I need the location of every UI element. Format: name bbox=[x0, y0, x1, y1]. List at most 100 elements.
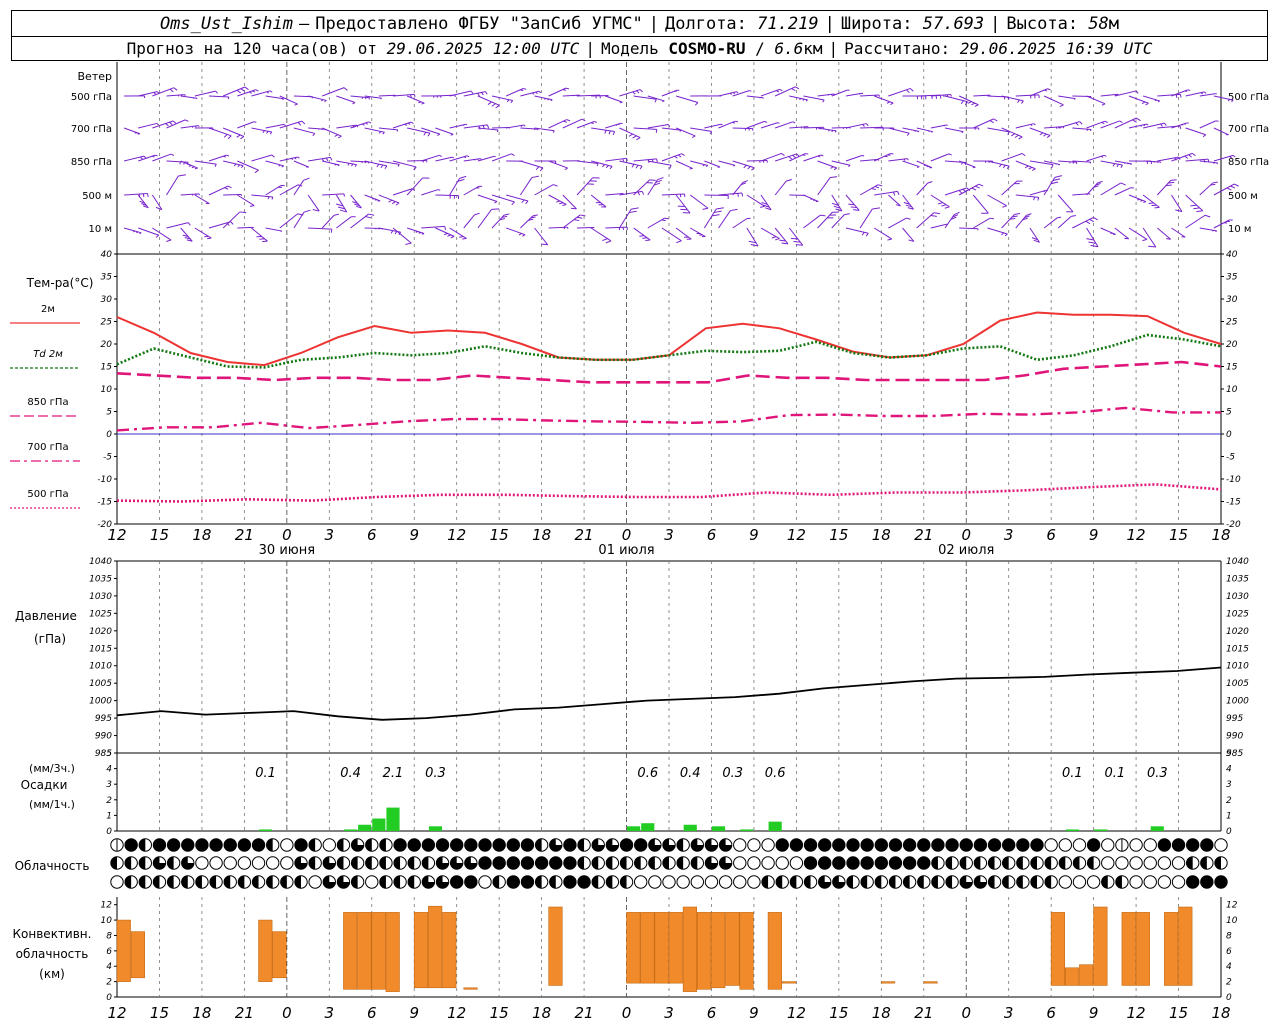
pressure-ytick: 990 bbox=[95, 732, 112, 742]
wind-barb bbox=[576, 177, 600, 196]
wind-level-label-right: 500 м bbox=[1228, 191, 1258, 202]
cloud-cover-icon bbox=[152, 856, 167, 870]
cloud-cover-icon bbox=[846, 856, 860, 870]
wind-barb bbox=[1015, 94, 1040, 99]
pressure-ytick-right: 1035 bbox=[1226, 574, 1249, 584]
cloud-cover-icon bbox=[223, 856, 237, 870]
cloud-cover-icon bbox=[322, 856, 337, 870]
wind-barb bbox=[435, 194, 460, 199]
wind-barb bbox=[619, 190, 645, 196]
wind-barb bbox=[1072, 217, 1098, 229]
cloud-cover-icon bbox=[237, 838, 252, 852]
wind-barb bbox=[237, 121, 257, 129]
temp-ytick: -10 bbox=[97, 475, 112, 485]
wind-barb bbox=[1185, 194, 1204, 213]
wind-barb bbox=[364, 194, 381, 202]
wind-barb bbox=[421, 225, 446, 230]
wind-level-label-right: 10 м bbox=[1228, 224, 1251, 235]
cloud-cover-icon bbox=[336, 838, 351, 852]
wind-barb bbox=[902, 227, 915, 242]
wind-barb bbox=[972, 194, 989, 214]
hour-label-bottom: 3 bbox=[1004, 1004, 1014, 1022]
hour-label-top: 6 bbox=[367, 526, 377, 544]
cloud-cover-icon bbox=[1200, 856, 1214, 870]
wind-barb bbox=[392, 93, 416, 98]
wind-barb bbox=[222, 211, 247, 229]
wind-barb bbox=[322, 160, 340, 167]
cloud-cover-icon bbox=[534, 856, 549, 870]
wind-barb bbox=[859, 207, 881, 229]
wind-barb bbox=[265, 227, 283, 233]
wind-barb bbox=[605, 226, 628, 231]
cloud-cover-icon bbox=[1086, 856, 1101, 870]
cloud-cover-icon bbox=[195, 838, 209, 852]
cloud-cover-icon bbox=[336, 856, 351, 870]
cloud-cover-icon bbox=[1185, 856, 1200, 870]
pressure-ytick: 1025 bbox=[89, 609, 112, 619]
cloud-cover-icon bbox=[124, 856, 138, 870]
wind-barb bbox=[1072, 127, 1092, 132]
cloud-cover-icon bbox=[648, 856, 662, 870]
wind-barb bbox=[1171, 152, 1196, 162]
cloud-cover-icon bbox=[662, 838, 676, 852]
precip-bar bbox=[711, 826, 726, 831]
wind-barb bbox=[506, 227, 526, 237]
wind-barb bbox=[732, 160, 755, 171]
convective-bar bbox=[442, 912, 457, 989]
wind-barb bbox=[789, 194, 806, 196]
cloud-cover-icon bbox=[832, 875, 846, 889]
conv-ytick: 10 bbox=[101, 916, 113, 926]
wind-level-label: 10 м bbox=[89, 224, 112, 235]
cloud-cover-icon bbox=[407, 875, 421, 889]
wind-barb bbox=[166, 119, 189, 129]
precip-bar bbox=[343, 829, 358, 831]
cloud-cover-icon bbox=[959, 875, 973, 889]
wind-barb bbox=[647, 124, 671, 129]
hour-label-bottom: 21 bbox=[914, 1004, 933, 1022]
wind-barb bbox=[1029, 227, 1040, 243]
wind-barb bbox=[137, 194, 149, 209]
cloud-cover-icon bbox=[549, 875, 563, 889]
convective-bar bbox=[1121, 912, 1136, 986]
cloud-cover-icon bbox=[1115, 856, 1129, 870]
hour-label-top: 0 bbox=[622, 526, 632, 544]
wind-barb bbox=[973, 217, 994, 229]
hour-label-bottom: 9 bbox=[409, 1004, 419, 1022]
cloud-cover-icon bbox=[917, 838, 931, 852]
cloud-cover-icon bbox=[1058, 856, 1073, 870]
cloud-cover-icon bbox=[874, 875, 889, 889]
wind-barb bbox=[406, 177, 430, 196]
wind-barb bbox=[477, 95, 500, 109]
wind-barb bbox=[208, 154, 230, 162]
cloud-cover-icon bbox=[379, 838, 393, 852]
cloud-cover-icon bbox=[803, 875, 818, 889]
wind-barb bbox=[1100, 227, 1116, 235]
convective-bar bbox=[130, 931, 146, 979]
wind-barb bbox=[675, 127, 696, 139]
cloud-cover-icon bbox=[464, 856, 478, 870]
precip-ytick-right: 2 bbox=[1226, 796, 1232, 806]
wind-barb bbox=[166, 174, 186, 196]
wind-barb bbox=[590, 194, 607, 208]
convective-bar bbox=[1079, 964, 1094, 986]
cloud-cover-icon bbox=[506, 856, 521, 870]
wind-barb bbox=[675, 160, 693, 170]
convective-bar bbox=[697, 912, 712, 990]
hour-label-top: 18 bbox=[192, 526, 211, 544]
wind-barb bbox=[378, 127, 399, 132]
cloud-cover-icon bbox=[421, 856, 436, 870]
wind-barb bbox=[1142, 227, 1157, 248]
wind-barb bbox=[308, 227, 333, 233]
cloud-cover-icon bbox=[803, 838, 818, 852]
wind-barb bbox=[803, 214, 826, 229]
wind-barb bbox=[548, 226, 569, 230]
convective-bar bbox=[1135, 912, 1150, 986]
precip-label: 2.1 bbox=[383, 766, 404, 781]
wind-barb bbox=[1157, 93, 1182, 98]
cloud-cover-icon bbox=[1214, 838, 1228, 852]
cloud-cover-icon bbox=[605, 838, 620, 852]
convective-bar bbox=[711, 912, 726, 989]
precip-ytick-right: 5 bbox=[1226, 749, 1232, 759]
wind-barb bbox=[322, 127, 342, 139]
hour-label-bottom: 0 bbox=[282, 1004, 292, 1022]
